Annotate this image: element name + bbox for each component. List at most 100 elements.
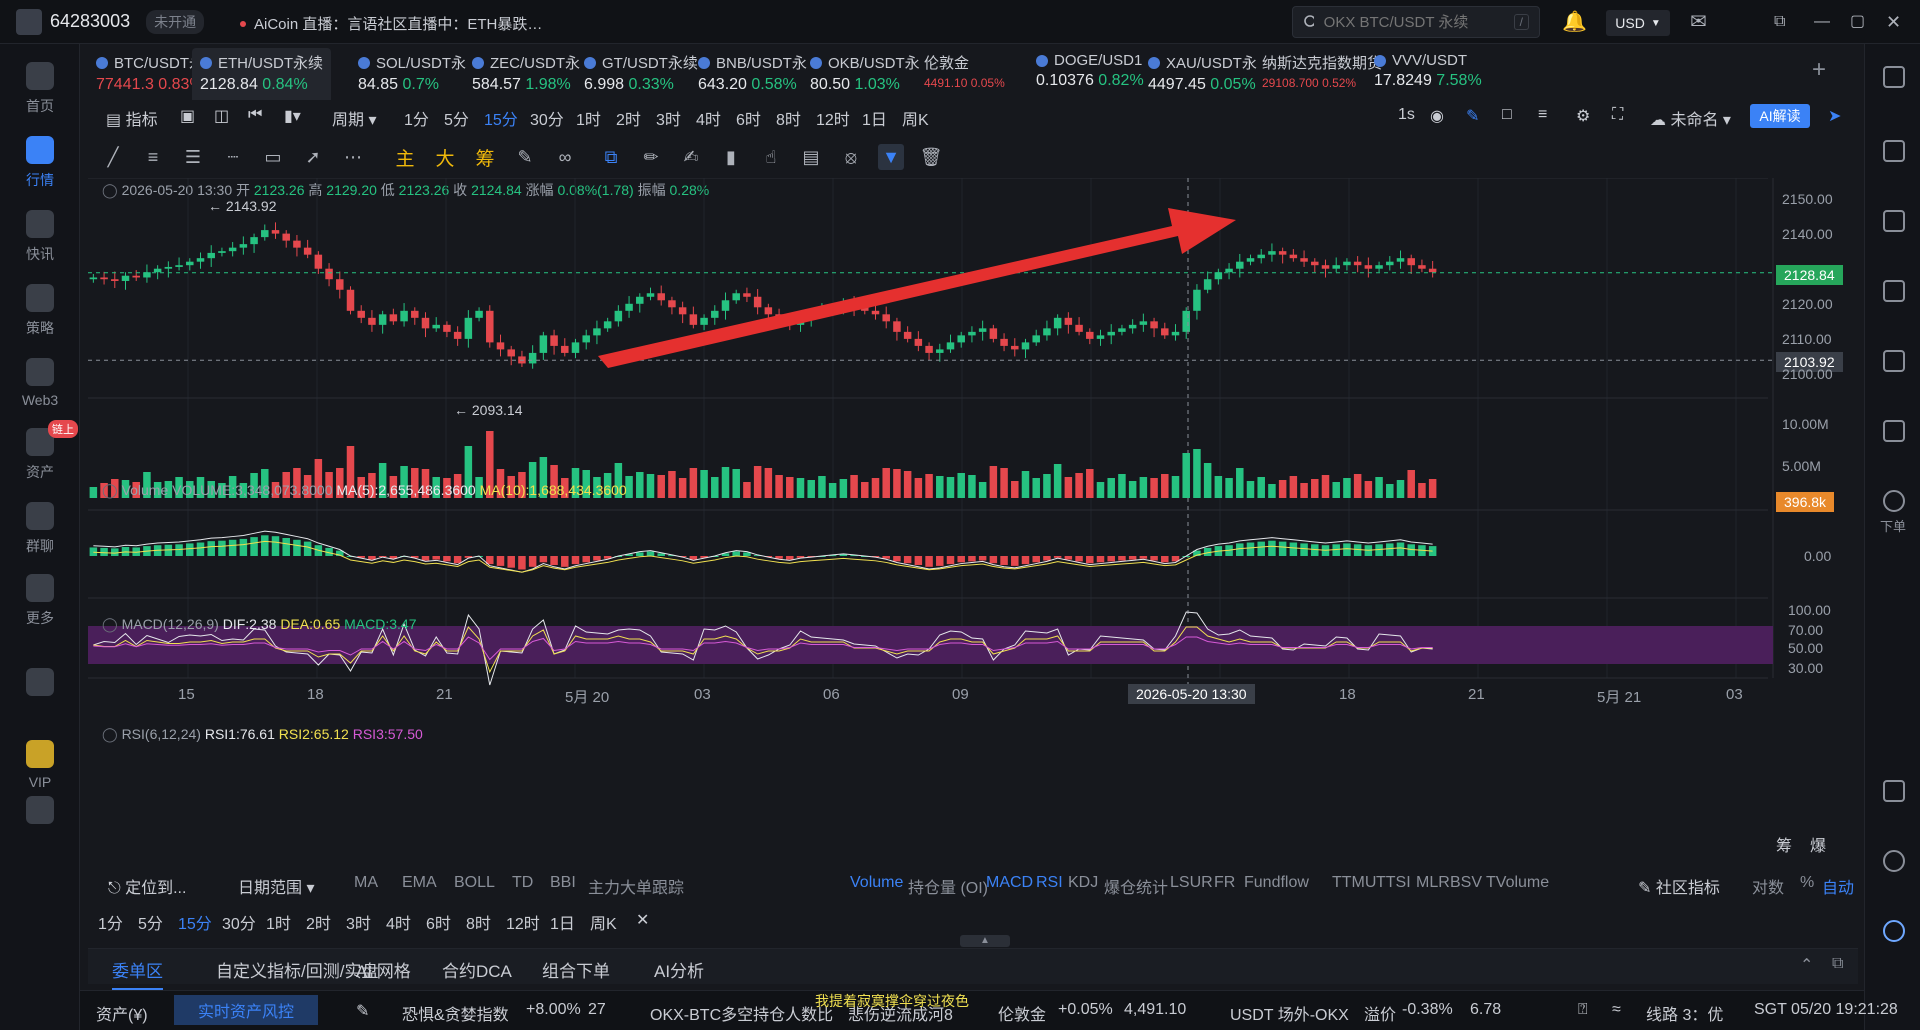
maximize-icon[interactable]: ▢ [1850,10,1865,34]
document-icon[interactable] [1883,140,1905,162]
bottom-tab[interactable]: 自定义指标/回测/实盘 [216,957,378,982]
interval-option[interactable]: 3时 [346,910,371,934]
sub-indicator[interactable]: MLR [1416,874,1450,892]
pencil-tool-icon[interactable]: ✏ [638,144,664,170]
liquidation-corner-label[interactable]: 爆 [1810,832,1826,856]
brush-tool-icon[interactable]: ✍ [678,144,704,170]
horizontal-ray-tool-icon[interactable]: ┈ [220,144,246,170]
layout-icon[interactable] [1883,780,1905,802]
rewind-icon[interactable]: ⏮ [248,106,262,124]
chart-area[interactable]: ◯ 2026-05-20 13:30 开 2123.26 高 2129.20 低… [88,178,1858,858]
chart-canvas[interactable] [88,178,1858,858]
sub-indicator[interactable]: 爆仓统计 [1104,874,1168,898]
bottom-tab[interactable]: 组合下单 [542,957,610,982]
order-icon[interactable] [1883,490,1905,512]
popout-icon[interactable]: ⧉ [1832,955,1843,973]
order-label[interactable]: 下单 [1865,516,1920,535]
sidebar-item-5[interactable]: 链上 资产 [0,420,80,482]
date-range-select[interactable]: 日期范围 ▾ [238,874,315,898]
currency-select[interactable]: USD ▼ [1606,10,1670,36]
sidebar-item-10[interactable] [0,796,80,830]
minimize-icon[interactable]: — [1814,10,1830,34]
interval-option[interactable]: 8时 [466,910,491,934]
bell-icon[interactable]: 🔔 [1562,10,1587,34]
sidebar-item-3[interactable]: 策略 [0,284,80,338]
layout-name-select[interactable]: ☁ 未命名 ▾ [1650,106,1731,130]
share-icon[interactable]: ➤ [1828,106,1841,126]
main-indicator[interactable]: 主力大单跟踪 [588,874,684,898]
sub-indicator[interactable]: Volume [850,874,903,892]
log-scale-toggle[interactable]: 对数 [1752,874,1784,898]
interval-option[interactable]: 12时 [816,106,850,130]
bell-icon[interactable]: ◯ [102,616,118,632]
help-icon[interactable]: ⍰ [1578,1001,1588,1019]
search-box[interactable]: / [1292,6,1540,38]
sub-indicator[interactable]: RSI [1036,874,1063,892]
candles-tool-icon[interactable]: ▮ [718,144,744,170]
sub-indicator[interactable]: MACD [986,874,1033,892]
interval-option[interactable]: 1时 [576,106,601,130]
interval-option[interactable]: 1日 [862,106,887,130]
trash-tool-icon[interactable]: 🗑 [918,144,944,170]
interval-option[interactable]: 1分 [98,910,123,934]
list-icon[interactable] [1883,66,1905,88]
sidebar-item-4[interactable]: Web3 [0,358,80,408]
parallel-lines-tool-icon[interactable]: ≡ [140,144,166,170]
interval-option[interactable]: 4时 [386,910,411,934]
sub-indicator[interactable]: BSV [1450,874,1482,892]
main-indicator[interactable]: MA [354,874,378,892]
filter-tool-icon[interactable]: ▼ [878,144,904,170]
bottom-tab[interactable]: AI 网格 [356,957,411,982]
interval-option[interactable]: 12时 [506,910,540,934]
auto-scale-toggle[interactable]: 自动 [1822,874,1854,898]
symbol-tab[interactable]: DOGE/USD1 0.10376 0.82% [1028,48,1152,100]
interval-option[interactable]: 3时 [656,106,681,130]
calendar-icon[interactable]: ▣ [180,106,195,126]
more-tools-icon[interactable]: ⋯ [340,144,366,170]
symbol-tab[interactable]: XAU/USDT永 4497.45 0.05% [1140,48,1265,100]
trend-icon[interactable] [1883,280,1905,302]
sub-indicator[interactable]: 持仓量 (OI) [908,874,988,898]
chips-corner-label[interactable]: 筹 [1776,832,1792,856]
avatar[interactable] [16,8,42,35]
interval-option[interactable]: 4时 [696,106,721,130]
edit-tool-icon[interactable]: ✎ [512,144,538,170]
symbol-tab[interactable]: ZEC/USDT永 584.57 1.98% [464,48,588,100]
account-status-badge[interactable]: 未开通 [146,9,205,34]
otc-label[interactable]: USDT 场外-OKX [1230,1001,1349,1025]
assets-label[interactable]: 资产(¥) [96,1001,148,1025]
edit-icon[interactable]: ✎ [356,1001,369,1021]
interval-option[interactable]: 6时 [736,106,761,130]
interval-option[interactable]: 2时 [616,106,641,130]
live-announcement[interactable]: AiCoin 直播：言语社区直播中：ETH暴跌… [240,13,542,34]
bar-chart-icon[interactable] [1883,350,1905,372]
ai-interpret-button[interactable]: AI解读 [1750,104,1810,128]
period-select[interactable]: 周期 ▾ [332,106,377,130]
symbol-tab[interactable]: ETH/USDT永续 2128.84 0.84% [192,48,332,100]
fear-greed-label[interactable]: 恐惧&贪婪指数 [402,1001,509,1025]
sidebar-item-8[interactable] [0,668,80,702]
search-input[interactable] [1323,13,1504,31]
sidebar-item-9[interactable]: VIP [0,740,80,790]
main-indicator[interactable]: EMA [402,874,437,892]
sub-indicator[interactable]: TVolume [1486,874,1549,892]
popout-icon[interactable]: ⧉ [1774,10,1785,34]
bottom-tab[interactable]: AI分析 [654,957,704,982]
speed-label[interactable]: 1s [1398,106,1415,124]
collapse-panel-handle[interactable]: ▲ [960,935,1010,947]
interval-option[interactable]: 30分 [222,910,256,934]
community-indicators[interactable]: ✎ 社区指标 [1638,874,1720,898]
interval-option[interactable]: 2时 [306,910,331,934]
lock-tool-icon[interactable]: ☝ [758,144,784,170]
depth-icon[interactable] [1883,420,1905,442]
okx-ratio-label[interactable]: OKX-BTC多空持仓人数比 [650,1001,833,1025]
camera-icon[interactable]: ◉ [1430,106,1444,126]
sub-indicator[interactable]: Fundflow [1244,874,1309,892]
indicator-button[interactable]: ▤ 指标 [106,106,158,130]
main-indicator[interactable]: BOLL [454,874,495,892]
bell-icon[interactable]: ◯ [102,726,118,742]
close-icon[interactable]: ✕ [636,910,649,930]
sidebar-item-6[interactable]: 群聊 [0,502,80,556]
sidebar-item-2[interactable]: 快讯 [0,210,80,264]
settings-icon[interactable]: ⚙ [1576,106,1590,126]
